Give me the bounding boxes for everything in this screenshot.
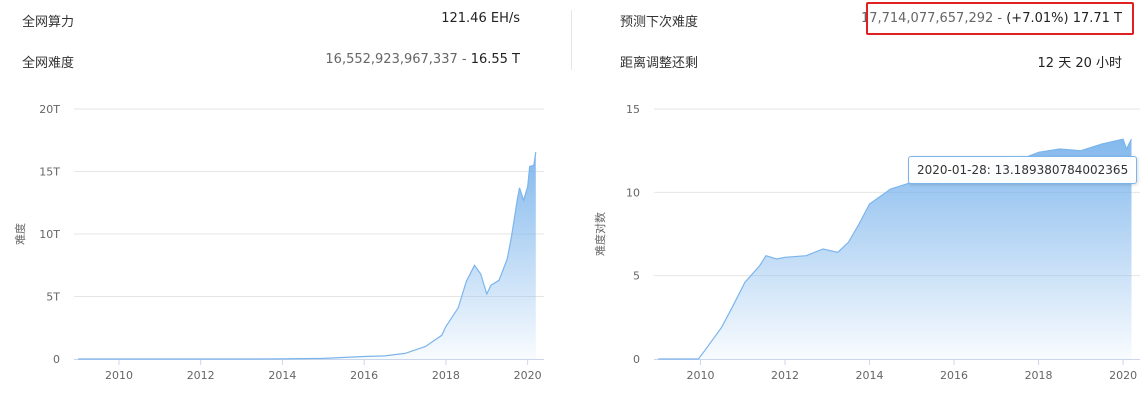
log-difficulty-y-axis-title: 难度对数	[593, 212, 607, 256]
log-difficulty-x-tick-label: 2018	[1025, 369, 1053, 382]
log-difficulty-data-point[interactable]	[1122, 138, 1124, 140]
stats-divider	[571, 10, 572, 70]
difficulty-x-tick-label: 2012	[187, 369, 215, 382]
log-difficulty-data-point[interactable]	[731, 306, 733, 308]
difficulty-y-tick-label: 20T	[39, 103, 60, 116]
difficulty-data-point[interactable]	[522, 199, 524, 201]
log-difficulty-data-point[interactable]	[858, 223, 860, 225]
log-difficulty-data-point[interactable]	[720, 326, 722, 328]
log-difficulty-data-point[interactable]	[775, 258, 777, 260]
difficulty-data-point[interactable]	[533, 164, 535, 166]
hashrate-value: 121.46 EH/s	[441, 11, 520, 26]
log-difficulty-data-point[interactable]	[759, 265, 761, 267]
log-difficulty-data-point[interactable]	[697, 358, 699, 360]
log-difficulty-data-point[interactable]	[704, 350, 706, 352]
log-difficulty-data-point[interactable]	[784, 256, 786, 258]
log-difficulty-data-point[interactable]	[1059, 148, 1061, 150]
difficulty-data-point[interactable]	[473, 264, 475, 266]
difficulty-data-point[interactable]	[457, 307, 459, 309]
log-difficulty-data-point[interactable]	[657, 358, 659, 360]
difficulty-data-point[interactable]	[506, 258, 508, 260]
hashrate-label: 全网算力	[22, 15, 75, 30]
difficulty-data-point[interactable]	[445, 325, 447, 327]
chart-tooltip: 2020-01-28: 13.189380784002365	[908, 156, 1138, 184]
difficulty-data-point[interactable]	[529, 165, 531, 167]
difficulty-y-tick-label: 15T	[39, 166, 60, 179]
difficulty-x-tick-label: 2020	[514, 369, 542, 382]
log-difficulty-data-point[interactable]	[1080, 150, 1082, 152]
remaining-label: 距离调整还剩	[620, 56, 699, 71]
difficulty-data-point[interactable]	[480, 273, 482, 275]
log-difficulty-data-point[interactable]	[765, 255, 767, 257]
difficulty-data-point[interactable]	[281, 358, 283, 360]
difficulty-y-tick-label: 0	[53, 353, 60, 366]
difficulty-x-tick-label: 2014	[268, 369, 296, 382]
difficulty-chart: 0 5T 10T 15T 20T 2010 2012 2014 2016 2018 2020 难度	[13, 103, 544, 382]
difficulty-data-point[interactable]	[535, 151, 537, 153]
difficulty-y-tick-label: 5T	[46, 291, 60, 304]
difficulty-data-point[interactable]	[510, 237, 512, 239]
difficulty-short: 16.55 T	[470, 52, 520, 67]
log-difficulty-data-point[interactable]	[847, 241, 849, 243]
difficulty-data-point[interactable]	[424, 345, 426, 347]
log-difficulty-x-tick-label: 2016	[940, 369, 968, 382]
difficulty-data-point[interactable]	[490, 284, 492, 286]
log-difficulty-data-point[interactable]	[837, 251, 839, 253]
difficulty-data-point[interactable]	[441, 334, 443, 336]
difficulty-separator: -	[457, 52, 471, 67]
difficulty-data-point[interactable]	[363, 355, 365, 357]
mining-stats-panel: 全网算力 121.46 EH/s 全网难度 16,552,923,967,337…	[0, 0, 1148, 400]
log-difficulty-data-point[interactable]	[805, 255, 807, 257]
log-difficulty-data-point[interactable]	[1130, 138, 1132, 140]
difficulty-data-point[interactable]	[383, 355, 385, 357]
log-difficulty-x-tick-label: 2010	[686, 369, 714, 382]
difficulty-y-tick-label: 10T	[39, 228, 60, 241]
difficulty-data-point[interactable]	[498, 279, 500, 281]
difficulty-data-point[interactable]	[516, 198, 518, 200]
predicted-difficulty-label: 预测下次难度	[620, 15, 699, 30]
log-difficulty-data-point[interactable]	[744, 281, 746, 283]
difficulty-data-point[interactable]	[486, 293, 488, 295]
difficulty-label: 全网难度	[22, 56, 75, 71]
log-difficulty-y-tick-label: 15	[626, 103, 640, 116]
log-difficulty-chart: 0 5 10 15 2010 2012 2014 2016 2018 2020 难度对数	[593, 103, 1140, 382]
predicted-highlight-box	[866, 2, 1134, 35]
difficulty-data-point[interactable]	[404, 352, 406, 354]
log-difficulty-y-tick-label: 5	[633, 270, 640, 283]
difficulty-data-point[interactable]	[240, 358, 242, 360]
log-difficulty-x-tick-label: 2014	[856, 369, 884, 382]
log-difficulty-x-tick-label: 2020	[1109, 369, 1137, 382]
log-difficulty-data-point[interactable]	[822, 248, 824, 250]
log-difficulty-y-tick-label: 10	[626, 186, 640, 199]
difficulty-x-tick-label: 2016	[350, 369, 378, 382]
difficulty-data-point[interactable]	[527, 185, 529, 187]
hashrate-value-text: 121.46 EH/s	[441, 11, 520, 26]
log-difficulty-data-point[interactable]	[868, 203, 870, 205]
difficulty-data-point[interactable]	[322, 357, 324, 359]
difficulty-data-point[interactable]	[518, 187, 520, 189]
difficulty-y-axis-title: 难度	[13, 223, 27, 245]
difficulty-data-point[interactable]	[77, 358, 79, 360]
log-difficulty-data-point[interactable]	[1037, 151, 1039, 153]
remaining-value-text: 12 天 20 小时	[1037, 56, 1122, 71]
log-difficulty-y-tick-label: 0	[633, 353, 640, 366]
difficulty-number: 16,552,923,967,337	[325, 52, 458, 67]
difficulty-area	[78, 152, 536, 359]
difficulty-value: 16,552,923,967,337 - 16.55 T	[325, 52, 520, 67]
log-difficulty-x-tick-label: 2012	[771, 369, 799, 382]
remaining-value: 12 天 20 小时	[1038, 52, 1122, 71]
log-difficulty-data-point[interactable]	[1125, 148, 1127, 150]
log-difficulty-data-point[interactable]	[1101, 143, 1103, 145]
difficulty-x-tick-label: 2018	[432, 369, 460, 382]
log-difficulty-data-point[interactable]	[890, 188, 892, 190]
difficulty-x-tick-label: 2010	[105, 369, 133, 382]
difficulty-data-point[interactable]	[465, 280, 467, 282]
